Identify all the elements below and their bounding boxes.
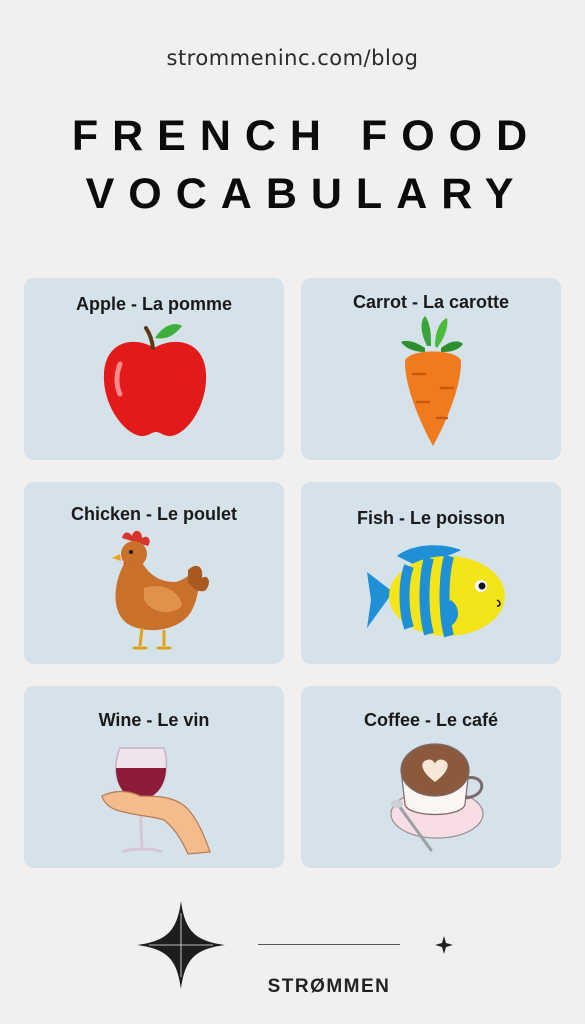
wine-glass-icon (101, 747, 211, 855)
blog-url: strommeninc.com/blog (166, 46, 419, 70)
footer-divider (258, 944, 400, 945)
carrot-icon (401, 316, 463, 446)
vocab-card-wine: Wine - Le vin (24, 686, 284, 868)
fish-icon (367, 545, 505, 638)
four-point-star-logo-icon (137, 901, 225, 989)
page-title-line-1: FRENCH FOOD (71, 112, 542, 160)
brand-name: STRØMMEN (267, 976, 391, 997)
vocab-card-chicken: Chicken - Le poulet (24, 482, 284, 664)
chicken-icon (112, 530, 209, 650)
vocab-card-apple: Apple - La pomme (24, 278, 284, 460)
vocab-card-fish: Fish - Le poisson (301, 482, 561, 664)
vocab-card-carrot: Carrot - La carotte (301, 278, 561, 460)
page-title-line-2: VOCABULARY (85, 170, 528, 218)
coffee-cup-icon (390, 743, 484, 852)
small-star-icon (435, 936, 453, 954)
vocab-card-coffee: Coffee - Le café (301, 686, 561, 868)
apple-icon (103, 324, 207, 437)
